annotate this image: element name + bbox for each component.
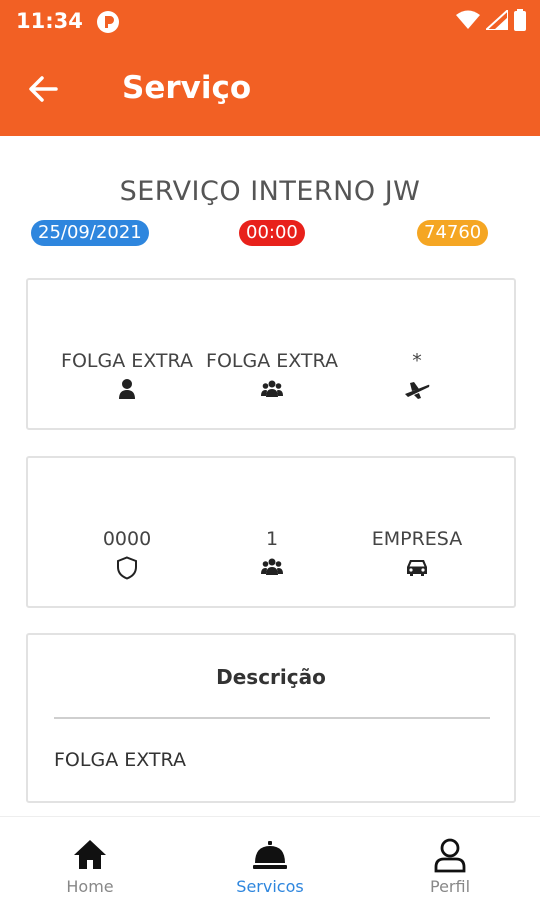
service-bell-icon	[252, 837, 288, 873]
description-text: FOLGA EXTRA	[54, 749, 186, 771]
service-title: SERVIÇO INTERNO JW	[119, 176, 421, 207]
nav-label: Servicos	[236, 877, 304, 896]
divider	[54, 717, 490, 719]
nav-label: Perfil	[429, 877, 471, 896]
app-bar: Serviço	[0, 44, 540, 136]
info-text: *	[412, 350, 422, 372]
info-item-person: FOLGA EXTRA	[52, 350, 202, 400]
info-item-airplane: *	[342, 350, 492, 400]
wifi-icon	[456, 10, 480, 35]
home-icon	[72, 837, 108, 873]
info-text: 1	[265, 528, 279, 550]
signal-icon	[483, 7, 509, 35]
status-time: 11:34	[16, 9, 83, 33]
info-item-group: FOLGA EXTRA	[197, 350, 347, 400]
info-card-2: 0000 1 EMPRESA	[26, 456, 516, 608]
group-icon	[261, 556, 283, 578]
person-icon	[116, 378, 138, 400]
battery-icon	[514, 9, 526, 36]
shield-icon	[116, 556, 138, 580]
description-card: Descrição FOLGA EXTRA	[26, 633, 516, 803]
person-outline-icon	[432, 837, 468, 873]
page-title: Serviço	[122, 70, 252, 106]
group-icon	[261, 378, 283, 400]
bottom-navigation: Home Servicos Perfil	[0, 816, 540, 900]
nav-item-home[interactable]: Home	[0, 817, 180, 900]
date-badge: 25/09/2021	[31, 220, 149, 246]
info-card-1: FOLGA EXTRA FOLGA EXTRA *	[26, 278, 516, 430]
info-text: FOLGA EXTRA	[61, 350, 193, 372]
code-badge: 74760	[417, 220, 489, 246]
info-text: FOLGA EXTRA	[206, 350, 338, 372]
status-bar: 11:34	[0, 0, 540, 44]
airplane-icon	[404, 378, 430, 400]
nav-label: Home	[66, 877, 114, 896]
info-text: EMPRESA	[371, 528, 463, 550]
info-item-car: EMPRESA	[342, 528, 492, 578]
description-title: Descrição	[216, 665, 326, 689]
info-text: 0000	[102, 528, 152, 550]
info-item-count: 1	[197, 528, 347, 578]
car-icon	[405, 556, 429, 578]
app-notification-icon	[96, 10, 120, 39]
service-detail: SERVIÇO INTERNO JW 25/09/2021 00:00 7476…	[0, 136, 540, 816]
back-button[interactable]	[26, 72, 66, 108]
arrow-left-icon	[26, 76, 60, 110]
time-badge: 00:00	[239, 220, 305, 246]
status-icons	[456, 7, 526, 36]
info-item-shield: 0000	[52, 528, 202, 580]
nav-item-servicos[interactable]: Servicos	[180, 817, 360, 900]
nav-item-perfil[interactable]: Perfil	[360, 817, 540, 900]
